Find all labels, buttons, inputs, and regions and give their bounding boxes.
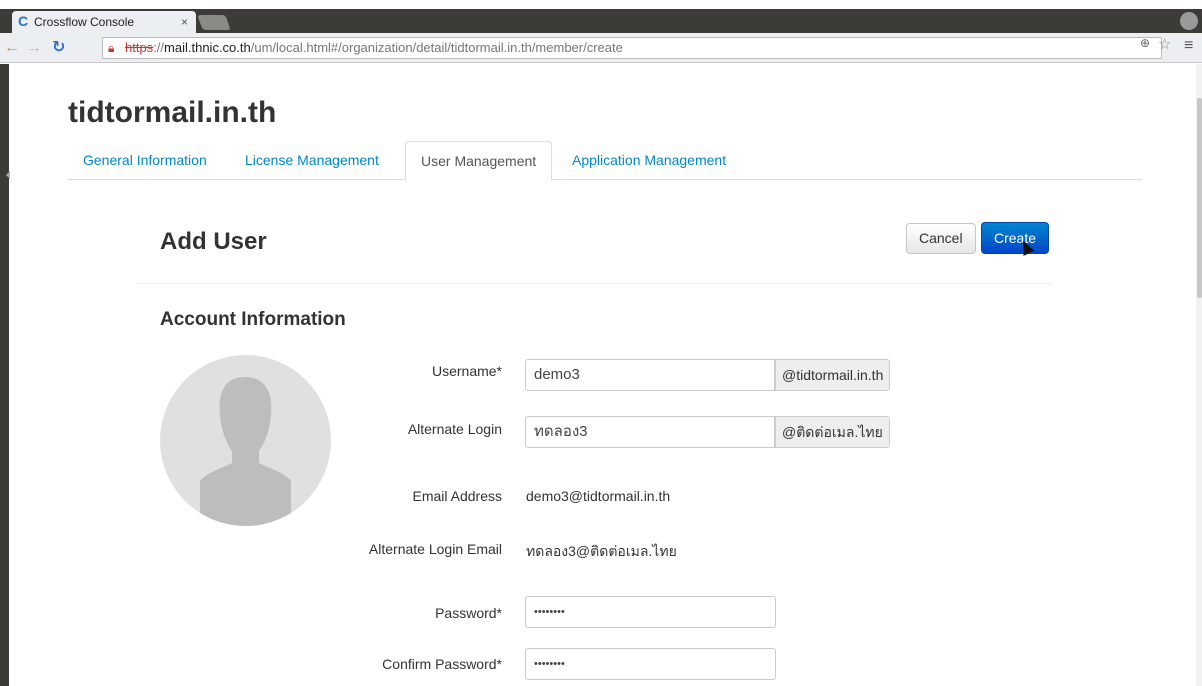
crossflow-favicon: C <box>18 13 29 29</box>
browser-toolbar: ← → ↻ 🔒︎ https://mail.thnic.co.th/um/loc… <box>0 33 1202 63</box>
new-tab-button[interactable] <box>197 15 231 30</box>
menu-icon[interactable]: ≡ <box>1184 37 1193 55</box>
alternate-login-email-value: ทดลอง3@ติดต่อเมล.ไทย <box>526 543 677 559</box>
create-button[interactable]: Create <box>981 222 1050 254</box>
broken-lock-icon[interactable]: 🔒︎ <box>108 38 114 58</box>
tab-title: Crossflow Console <box>34 15 135 29</box>
email-address-value: demo3@tidtormail.in.th <box>526 488 671 504</box>
organization-title: tidtormail.in.th <box>68 96 277 129</box>
browser-tab-bar: C Crossflow Console × <box>0 9 1202 33</box>
confirm-password-input[interactable]: •••••••• <box>525 648 776 680</box>
tab-close-icon[interactable]: × <box>181 11 188 33</box>
alternate-login-label: Alternate Login <box>407 421 502 437</box>
username-input[interactable]: demo3 <box>525 359 775 391</box>
section-divider <box>138 283 1052 284</box>
url-host: mail.thnic.co.th <box>164 40 251 55</box>
profile-icon[interactable] <box>1180 12 1198 30</box>
username-label: Username* <box>431 363 502 379</box>
zoom-icon[interactable]: ⊕ <box>1140 36 1150 50</box>
email-address-label: Email Address <box>412 488 502 504</box>
url-separator: :// <box>153 40 165 55</box>
back-arrow-icon[interactable]: ← <box>4 39 20 57</box>
alternate-login-domain-addon: @ติดต่อเมล.ไทย <box>775 416 890 448</box>
tab-application-management[interactable]: Application Management <box>557 141 741 180</box>
add-user-title: Add User <box>160 228 267 255</box>
window-edge <box>0 64 9 686</box>
tab-user-management[interactable]: User Management <box>405 141 553 181</box>
bookmark-star-icon[interactable]: ☆ <box>1158 35 1171 53</box>
tab-general-information[interactable]: General Information <box>68 141 222 180</box>
desktop-strip <box>0 0 1202 9</box>
password-input[interactable]: •••••••• <box>525 596 776 628</box>
reload-icon[interactable]: ↻ <box>52 39 65 57</box>
alternate-login-input[interactable]: ทดลอง3 <box>525 416 775 448</box>
forward-arrow-icon[interactable]: → <box>26 39 42 57</box>
browser-tab[interactable]: C Crossflow Console × <box>12 11 196 33</box>
side-arrow-icon <box>6 171 10 179</box>
alternate-login-email-label: Alternate Login Email <box>368 541 502 557</box>
scrollbar-thumb[interactable] <box>1197 98 1202 298</box>
address-bar[interactable]: 🔒︎ https://mail.thnic.co.th/um/local.htm… <box>102 37 1162 59</box>
url-scheme: https <box>125 40 154 55</box>
cancel-button[interactable]: Cancel <box>906 223 976 254</box>
organization-tabs: General Information License Management U… <box>68 141 1142 181</box>
tab-license-management[interactable]: License Management <box>230 141 394 180</box>
account-information-title: Account Information <box>160 309 346 330</box>
confirm-password-label: Confirm Password* <box>382 656 502 672</box>
url-path: /um/local.html#/organization/detail/tidt… <box>250 40 623 55</box>
password-label: Password* <box>435 605 502 621</box>
username-domain-addon: @tidtormail.in.th <box>775 359 891 391</box>
